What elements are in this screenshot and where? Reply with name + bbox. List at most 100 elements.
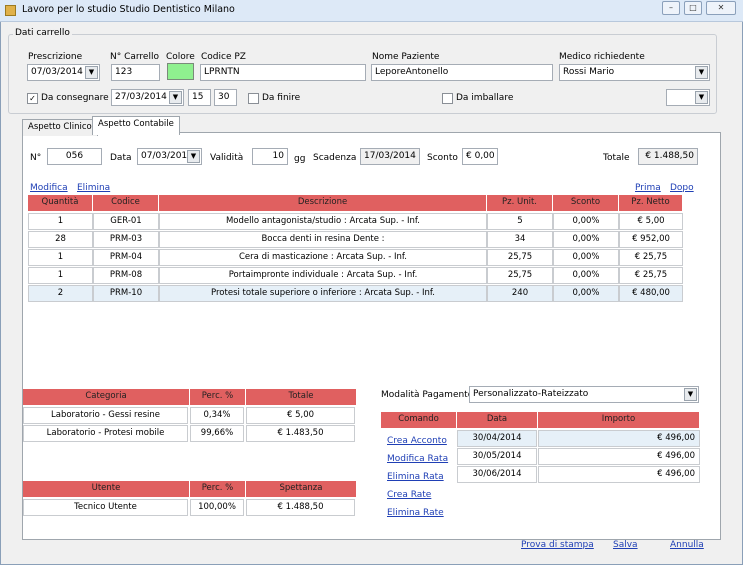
consegna-date-picker[interactable]: 27/03/2014 ▼: [111, 89, 184, 106]
salva-link[interactable]: Salva: [613, 540, 638, 550]
table-cell: 30/04/2014: [457, 430, 537, 447]
modifica-link[interactable]: Modifica: [30, 183, 68, 193]
table-row-selected[interactable]: 30/04/2014 € 496,00: [457, 430, 700, 447]
table-row[interactable]: Tecnico Utente 100,00% € 1.488,50: [23, 499, 357, 516]
numero-input[interactable]: 056: [47, 148, 102, 165]
medico-select[interactable]: Rossi Mario ▼: [559, 64, 710, 81]
chevron-down-icon[interactable]: ▼: [187, 150, 200, 163]
modifica-rata-link[interactable]: Modifica Rata: [387, 454, 448, 464]
col-header[interactable]: Codice: [93, 195, 159, 211]
consegna-min-input[interactable]: 30: [214, 89, 237, 106]
table-cell: Tecnico Utente: [23, 499, 188, 516]
col-header[interactable]: Categoria: [23, 389, 190, 405]
extra-select[interactable]: ▼: [666, 89, 710, 106]
chevron-down-icon[interactable]: ▼: [85, 66, 98, 79]
minimize-icon[interactable]: –: [662, 1, 680, 15]
scadenza-label: Scadenza: [313, 153, 357, 163]
crea-rate-link[interactable]: Crea Rate: [387, 490, 431, 500]
table-cell: 30/06/2014: [457, 466, 537, 483]
chevron-down-icon[interactable]: ▼: [684, 388, 697, 401]
maximize-icon[interactable]: □: [684, 1, 702, 15]
table-cell: PRM-03: [93, 231, 159, 248]
prima-link[interactable]: Prima: [635, 183, 661, 193]
nome-paziente-input[interactable]: LeporeAntonello: [371, 64, 553, 81]
table-row[interactable]: 30/06/2014 € 496,00: [457, 466, 700, 483]
crea-acconto-link[interactable]: Crea Acconto: [387, 436, 447, 446]
chevron-down-icon[interactable]: ▼: [695, 91, 708, 104]
table-row[interactable]: Laboratorio - Protesi mobile 99,66% € 1.…: [23, 425, 357, 442]
elimina-rata-link[interactable]: Elimina Rata: [387, 472, 444, 482]
sconto-input[interactable]: € 0,00: [462, 148, 498, 165]
table-row[interactable]: 30/05/2014 € 496,00: [457, 448, 700, 465]
modalita-pagamento-select[interactable]: Personalizzato-Rateizzato ▼: [469, 386, 699, 403]
tab-aspetto-contabile[interactable]: Aspetto Contabile: [92, 116, 180, 135]
table-cell: 1: [28, 213, 93, 230]
table-cell: Modello antagonista/studio : Arcata Sup.…: [159, 213, 487, 230]
table-cell: € 480,00: [619, 285, 683, 302]
carrello-input[interactable]: 123: [111, 64, 160, 81]
prescrizione-label: Prescrizione: [28, 52, 83, 62]
col-header[interactable]: Pz. Unit.: [487, 195, 553, 211]
col-header[interactable]: Perc. %: [190, 389, 246, 405]
table-cell: Cera di masticazione : Arcata Sup. - Inf…: [159, 249, 487, 266]
sconto-label: Sconto: [427, 153, 458, 163]
elimina-link[interactable]: Elimina: [77, 183, 110, 193]
consegna-data-value: 27/03/2014: [115, 92, 167, 102]
col-header[interactable]: Importo: [538, 412, 700, 428]
col-header[interactable]: Pz. Netto: [619, 195, 683, 211]
da-finire-checkbox[interactable]: [248, 93, 259, 104]
table-cell: Bocca denti in resina Dente :: [159, 231, 487, 248]
prova-di-stampa-link[interactable]: Prova di stampa: [521, 540, 594, 550]
data-label: Data: [110, 153, 132, 163]
table-cell: € 5,00: [246, 407, 355, 424]
elimina-rate-link[interactable]: Elimina Rate: [387, 508, 444, 518]
col-header[interactable]: Spettanza: [246, 481, 357, 497]
col-header[interactable]: Comando: [381, 412, 457, 428]
table-cell: 100,00%: [190, 499, 244, 516]
table-cell: € 1.483,50: [246, 425, 355, 442]
carrello-label: N° Carrello: [110, 52, 159, 62]
table-cell: € 25,75: [619, 267, 683, 284]
da-imballare-label: Da imballare: [456, 93, 514, 103]
table-cell: 25,75: [487, 249, 553, 266]
colore-swatch[interactable]: [167, 63, 194, 80]
table-cell: 34: [487, 231, 553, 248]
table-row[interactable]: 28 PRM-03 Bocca denti in resina Dente : …: [28, 231, 683, 248]
codice-pz-input[interactable]: LPRNTN: [200, 64, 366, 81]
dopo-link[interactable]: Dopo: [670, 183, 694, 193]
table-row-selected[interactable]: 2 PRM-10 Protesi totale superiore o infe…: [28, 285, 683, 302]
col-header[interactable]: Sconto: [553, 195, 619, 211]
colore-label: Colore: [166, 52, 195, 62]
table-row[interactable]: 1 GER-01 Modello antagonista/studio : Ar…: [28, 213, 683, 230]
medico-value: Rossi Mario: [563, 67, 615, 77]
da-consegnare-checkbox[interactable]: ✓: [27, 93, 38, 104]
chevron-down-icon[interactable]: ▼: [169, 91, 182, 104]
col-header[interactable]: Descrizione: [159, 195, 487, 211]
table-row[interactable]: Laboratorio - Gessi resine 0,34% € 5,00: [23, 407, 357, 424]
da-imballare-checkbox[interactable]: [442, 93, 453, 104]
table-row[interactable]: 1 PRM-04 Cera di masticazione : Arcata S…: [28, 249, 683, 266]
col-header[interactable]: Utente: [23, 481, 190, 497]
nome-paziente-label: Nome Paziente: [372, 52, 440, 62]
col-header[interactable]: Quantità: [28, 195, 93, 211]
tab-aspetto-clinico[interactable]: Aspetto Clinico: [22, 119, 98, 136]
col-header[interactable]: Data: [457, 412, 538, 428]
chevron-down-icon[interactable]: ▼: [695, 66, 708, 79]
validita-input[interactable]: 10: [252, 148, 288, 165]
data-date-picker[interactable]: 07/03/2014 ▼: [137, 148, 202, 165]
table-row[interactable]: 1 PRM-08 Portaimpronte individuale : Arc…: [28, 267, 683, 284]
col-header[interactable]: Perc. %: [190, 481, 246, 497]
table-cell: € 952,00: [619, 231, 683, 248]
prescrizione-date-picker[interactable]: 07/03/2014 ▼: [27, 64, 100, 81]
col-header[interactable]: Totale: [246, 389, 357, 405]
close-icon[interactable]: ✕: [706, 1, 736, 15]
annulla-link[interactable]: Annulla: [670, 540, 704, 550]
consegna-ora-input[interactable]: 15: [188, 89, 211, 106]
totale-value: € 1.488,50: [638, 148, 698, 165]
table-cell: PRM-10: [93, 285, 159, 302]
dati-carrello-label: Dati carrello: [13, 28, 72, 38]
items-table: Quantità Codice Descrizione Pz. Unit. Sc…: [28, 195, 683, 302]
da-finire-label: Da finire: [262, 93, 301, 103]
categoria-table: Categoria Perc. % Totale Laboratorio - G…: [23, 389, 357, 443]
table-cell: Protesi totale superiore o inferiore : A…: [159, 285, 487, 302]
